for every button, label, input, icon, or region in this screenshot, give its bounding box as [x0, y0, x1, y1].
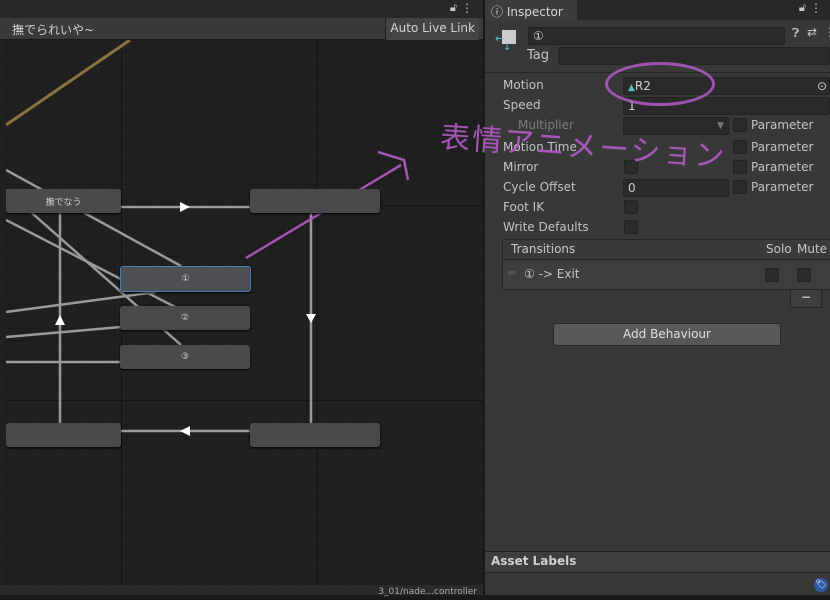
lock-icon[interactable]: 🔓︎ [450, 1, 457, 15]
parameter-label: Parameter [751, 140, 814, 154]
mirror-checkbox[interactable] [624, 160, 638, 174]
add-behaviour-button[interactable]: Add Behaviour [553, 323, 781, 346]
inspector-tab-bar: ⓘ Inspector 🔓︎ ⋮ [485, 0, 830, 21]
lock-icon[interactable]: 🔓︎ [799, 1, 806, 15]
breadcrumb: 撫でられいや~ Auto Live Link [0, 18, 483, 40]
more-menu-icon[interactable]: ⋮ [824, 25, 830, 39]
tag-label: Tag [527, 48, 550, 63]
arrow-up-icon [55, 315, 65, 325]
auto-live-link-button[interactable]: Auto Live Link [385, 18, 479, 40]
breadcrumb-item[interactable]: 撫でられいや~ [12, 21, 94, 38]
state-node[interactable] [250, 423, 380, 447]
state-node[interactable] [6, 423, 121, 447]
object-picker-icon[interactable]: ⊙ [817, 78, 827, 94]
state-icon: ← ↓ [495, 30, 517, 53]
handwritten-circle [605, 62, 715, 106]
drag-handle-icon[interactable]: ═ [508, 266, 515, 280]
tab-inspector[interactable]: ⓘ Inspector [485, 0, 577, 21]
speed-label: Speed [503, 98, 541, 112]
motion-time-parameter-checkbox[interactable] [733, 140, 747, 154]
transition-label: ① -> Exit [524, 267, 580, 281]
parameter-label: Parameter [751, 180, 814, 194]
more-menu-icon[interactable]: ⋮ [461, 1, 473, 15]
parameter-label: Parameter [751, 118, 814, 132]
multiplier-label: Multiplier [518, 118, 574, 132]
motion-label: Motion [503, 78, 544, 92]
foot-ik-checkbox[interactable] [624, 200, 638, 214]
transition-line [6, 325, 122, 339]
cycle-offset-label: Cycle Offset [503, 180, 576, 194]
arrow-left-icon [180, 426, 190, 436]
write-defaults-label: Write Defaults [503, 220, 589, 234]
help-icon[interactable]: ❓︎ [792, 26, 799, 41]
transitions-title: Transitions [511, 242, 576, 256]
write-defaults-checkbox[interactable] [624, 220, 638, 234]
state-graph[interactable]: 撫でなう ① ② ③ [6, 40, 483, 585]
mute-checkbox[interactable] [797, 268, 811, 282]
state-node-3[interactable]: ③ [120, 345, 250, 369]
mute-header: Mute [797, 242, 828, 256]
preset-icon[interactable]: ⇄ [807, 25, 817, 39]
state-node-2[interactable]: ② [120, 306, 250, 330]
tag-icon[interactable]: 🏷︎ [814, 578, 828, 592]
motion-time-label: Motion Time [503, 140, 577, 154]
multiplier-dropdown[interactable]: ▼ [623, 117, 729, 135]
mirror-parameter-checkbox[interactable] [733, 160, 747, 174]
state-node[interactable] [250, 189, 380, 213]
cycle-offset-parameter-checkbox[interactable] [733, 180, 747, 194]
asset-labels-header[interactable]: Asset Labels [485, 551, 830, 573]
transitions-list: Transitions Solo Mute ═ ① -> Exit [502, 239, 830, 290]
transition-line [6, 40, 131, 127]
tab-label: Inspector [506, 5, 563, 19]
solo-checkbox[interactable] [765, 268, 779, 282]
remove-transition-button[interactable]: − [790, 290, 822, 308]
transitions-header: Transitions Solo Mute [503, 240, 830, 260]
animator-tab-bar: 🔓︎ ⋮ [0, 0, 483, 18]
state-node-nade-now[interactable]: 撫でなう [6, 189, 121, 213]
tag-field[interactable] [558, 47, 830, 65]
arrow-down-icon [306, 314, 316, 323]
foot-ik-label: Foot IK [503, 200, 545, 214]
more-menu-icon[interactable]: ⋮ [810, 1, 822, 15]
animator-window: 🔓︎ ⋮ 撫でられいや~ Auto Live Link 撫でなう ① ② ③ 3… [0, 0, 483, 597]
cycle-offset-field[interactable]: 0 [623, 179, 729, 197]
controller-path: 3_01/nade...controller [0, 585, 483, 597]
parameter-label: Parameter [751, 160, 814, 174]
state-node-1-selected[interactable]: ① [120, 266, 251, 292]
solo-header: Solo [766, 242, 792, 256]
transition-row[interactable]: ═ ① -> Exit [503, 261, 830, 290]
arrow-right-icon [180, 202, 190, 212]
multiplier-parameter-checkbox[interactable] [733, 118, 747, 132]
transition-line [6, 168, 182, 268]
transition-line [6, 218, 182, 312]
mirror-label: Mirror [503, 160, 539, 174]
state-name-field[interactable]: ① [528, 27, 785, 45]
info-icon: ⓘ [491, 5, 507, 19]
